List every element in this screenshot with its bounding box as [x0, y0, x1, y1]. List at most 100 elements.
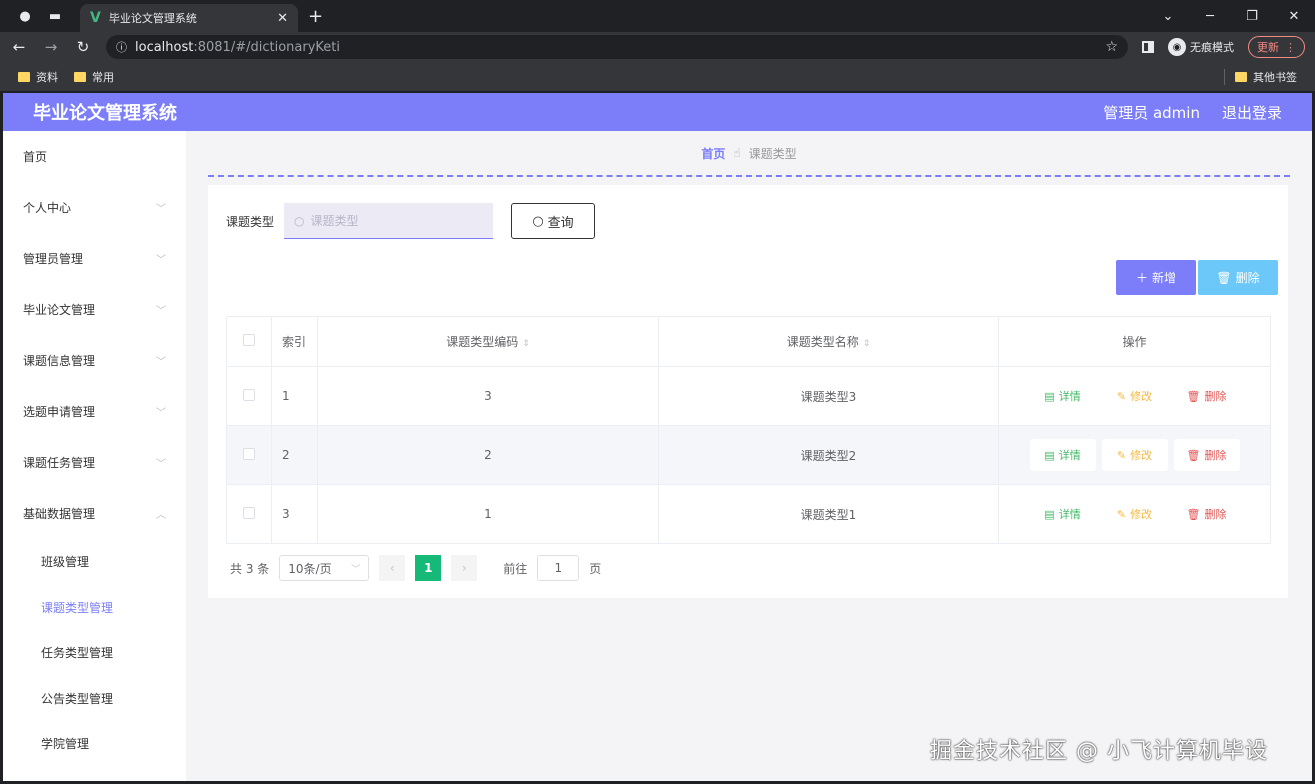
content-card: 课题类型 ○ 课题类型 ○ 查询 ＋ 新增 🗑 删除 索引 课题类型编码 ⇕ 课… — [208, 185, 1288, 598]
trash-icon: 🗑 — [1186, 507, 1201, 521]
reload-icon[interactable]: ↻ — [74, 38, 92, 56]
header-code-label: 课题类型编码 — [446, 335, 519, 349]
search-button[interactable]: ○ 查询 — [511, 203, 596, 239]
sidebar-item-home[interactable]: 首页 — [3, 131, 186, 182]
url-input[interactable]: ⓘ localhost:8081/#/dictionaryKeti ☆ — [106, 35, 1128, 59]
row-checkbox-cell — [226, 366, 272, 426]
incognito-indicator[interactable]: ◉ 无痕模式 — [1168, 38, 1234, 56]
sidebar-item-personal[interactable]: 个人中心 ﹀ — [3, 182, 186, 233]
next-page-button[interactable]: › — [451, 555, 478, 581]
bookmark-label: 常用 — [92, 70, 114, 84]
minimize-icon[interactable]: ─ — [1189, 9, 1231, 24]
incognito-icon: ◉ — [1168, 38, 1186, 56]
document-icon: ▤ — [1044, 507, 1055, 521]
header-code[interactable]: 课题类型编码 ⇕ — [317, 316, 659, 367]
add-button-label: 新增 — [1152, 271, 1177, 285]
table-header-row: 索引 课题类型编码 ⇕ 课题类型名称 ⇕ 操作 — [226, 316, 1271, 367]
sidebar-item-topic-apply[interactable]: 选题申请管理 ﹀ — [3, 386, 186, 437]
search-icon: ○ — [532, 213, 544, 229]
plus-icon[interactable]: + — [308, 6, 323, 27]
trash-icon: 🗑 — [1186, 389, 1201, 403]
row-index: 2 — [271, 425, 318, 485]
star-icon[interactable]: ☆ — [1105, 39, 1118, 55]
sidebar-item-base-data[interactable]: 基础数据管理 ︿ — [3, 488, 186, 539]
tab-search-icon[interactable]: ▬ — [44, 5, 66, 27]
sidebar-subitem-label: 班级管理 — [41, 555, 90, 570]
add-button[interactable]: ＋ 新增 — [1116, 260, 1196, 295]
page-size-select[interactable]: 10条/页 ﹀ — [279, 555, 370, 581]
row-ops: ▤ 详情 ✎ 修改 🗑 删除 — [998, 425, 1271, 485]
update-label: 更新 — [1257, 41, 1279, 54]
row-checkbox[interactable] — [243, 447, 255, 460]
detail-button[interactable]: ▤ 详情 — [1029, 439, 1096, 471]
chevron-down-icon[interactable]: ⌄ — [1147, 9, 1189, 24]
page-number-current[interactable]: 1 — [415, 555, 442, 581]
row-ops: ▤ 详情 ✎ 修改 🗑 删除 — [998, 366, 1271, 426]
chevron-up-icon: ︿ — [156, 510, 166, 521]
sidebar-subitem-notice-type[interactable]: 公告类型管理 — [3, 676, 186, 722]
forward-arrow-icon[interactable]: → — [42, 38, 60, 56]
detail-button[interactable]: ▤ 详情 — [1030, 380, 1096, 412]
delete-button[interactable]: 🗑 删除 — [1173, 439, 1240, 471]
total-count: 共 3 条 — [230, 561, 270, 576]
incognito-label: 无痕模式 — [1190, 41, 1234, 54]
hand-icon: ☝ — [733, 146, 741, 160]
info-icon[interactable]: ⓘ — [116, 39, 127, 55]
detail-label: 详情 — [1058, 508, 1081, 521]
sidebar-subitem-label: 任务类型管理 — [41, 646, 114, 661]
goto-page-input[interactable]: 1 — [537, 555, 580, 581]
detail-label: 详情 — [1058, 390, 1081, 403]
chevron-down-icon: ﹀ — [156, 255, 166, 266]
edit-label: 修改 — [1130, 449, 1153, 462]
prev-page-button[interactable]: ‹ — [379, 555, 406, 581]
pencil-icon: ✎ — [1116, 448, 1127, 462]
delete-button[interactable]: 🗑 删除 — [1174, 380, 1240, 412]
sidebar-item-label: 基础数据管理 — [23, 507, 96, 521]
sidebar-item-thesis[interactable]: 毕业论文管理 ﹀ — [3, 284, 186, 335]
globe-icon[interactable]: ● — [14, 5, 36, 27]
sidebar-item-topic-info[interactable]: 课题信息管理 ﹀ — [3, 335, 186, 386]
chevron-down-icon: ﹀ — [156, 459, 166, 470]
header-ops: 操作 — [998, 316, 1271, 367]
browser-tab[interactable]: V 毕业论文管理系统 ✕ — [80, 4, 298, 32]
sort-icon[interactable]: ⇕ — [863, 339, 871, 349]
sidebar-subitem-college[interactable]: 学院管理 — [3, 721, 186, 767]
side-panel-icon[interactable] — [1142, 41, 1154, 53]
select-all-checkbox[interactable] — [243, 334, 255, 346]
sidebar-subitem-topic-type[interactable]: 课题类型管理 — [3, 585, 186, 631]
sidebar-subitem-class[interactable]: 班级管理 — [3, 539, 186, 585]
edit-button[interactable]: ✎ 修改 — [1101, 439, 1168, 471]
sidebar-item-topic-task[interactable]: 课题任务管理 ﹀ — [3, 437, 186, 488]
sidebar-item-admin[interactable]: 管理员管理 ﹀ — [3, 233, 186, 284]
sidebar-subitem-label: 公告类型管理 — [41, 691, 114, 706]
row-ops: ▤ 详情 ✎ 修改 🗑 删除 — [998, 484, 1271, 544]
restore-icon[interactable]: ❐ — [1231, 9, 1273, 24]
more-vert-icon: ⋮ — [1285, 40, 1296, 54]
data-table: 索引 课题类型编码 ⇕ 课题类型名称 ⇕ 操作 1 3 课题类型3 ▤ 详情 ✎ 修改 … — [226, 316, 1271, 544]
delete-button[interactable]: 🗑 删除 — [1174, 498, 1240, 530]
sort-icon[interactable]: ⇕ — [522, 339, 530, 349]
logout-link[interactable]: 退出登录 — [1222, 102, 1282, 123]
sidebar-item-label: 毕业论文管理 — [23, 303, 96, 317]
bookmark-folder[interactable]: 常用 — [74, 69, 114, 85]
detail-button[interactable]: ▤ 详情 — [1030, 498, 1096, 530]
close-window-icon[interactable]: ✕ — [1273, 9, 1315, 24]
batch-delete-button[interactable]: 🗑 删除 — [1198, 260, 1278, 295]
header-name[interactable]: 课题类型名称 ⇕ — [658, 316, 999, 367]
edit-button[interactable]: ✎ 修改 — [1102, 498, 1168, 530]
plus-icon: ＋ — [1135, 271, 1148, 285]
sidebar-subitem-task-type[interactable]: 任务类型管理 — [3, 630, 186, 676]
row-checkbox[interactable] — [243, 388, 255, 401]
other-bookmarks[interactable]: 其他书签 — [1224, 68, 1297, 85]
row-checkbox[interactable] — [243, 506, 255, 519]
trash-icon: 🗑 — [1186, 448, 1201, 462]
back-arrow-icon[interactable]: ← — [10, 38, 28, 56]
close-icon[interactable]: ✕ — [277, 11, 288, 26]
breadcrumb-home[interactable]: 首页 — [701, 145, 725, 162]
search-icon: ○ — [294, 213, 305, 228]
update-button[interactable]: 更新 ⋮ — [1248, 36, 1305, 58]
search-input[interactable]: ○ 课题类型 — [284, 203, 494, 239]
sidebar: 首页 个人中心 ﹀ 管理员管理 ﹀ 毕业论文管理 ﹀ 课题信息管理 ﹀ 选题申请管理 ﹀ … — [3, 131, 186, 781]
bookmark-folder[interactable]: 资料 — [18, 69, 58, 85]
edit-button[interactable]: ✎ 修改 — [1102, 380, 1168, 412]
